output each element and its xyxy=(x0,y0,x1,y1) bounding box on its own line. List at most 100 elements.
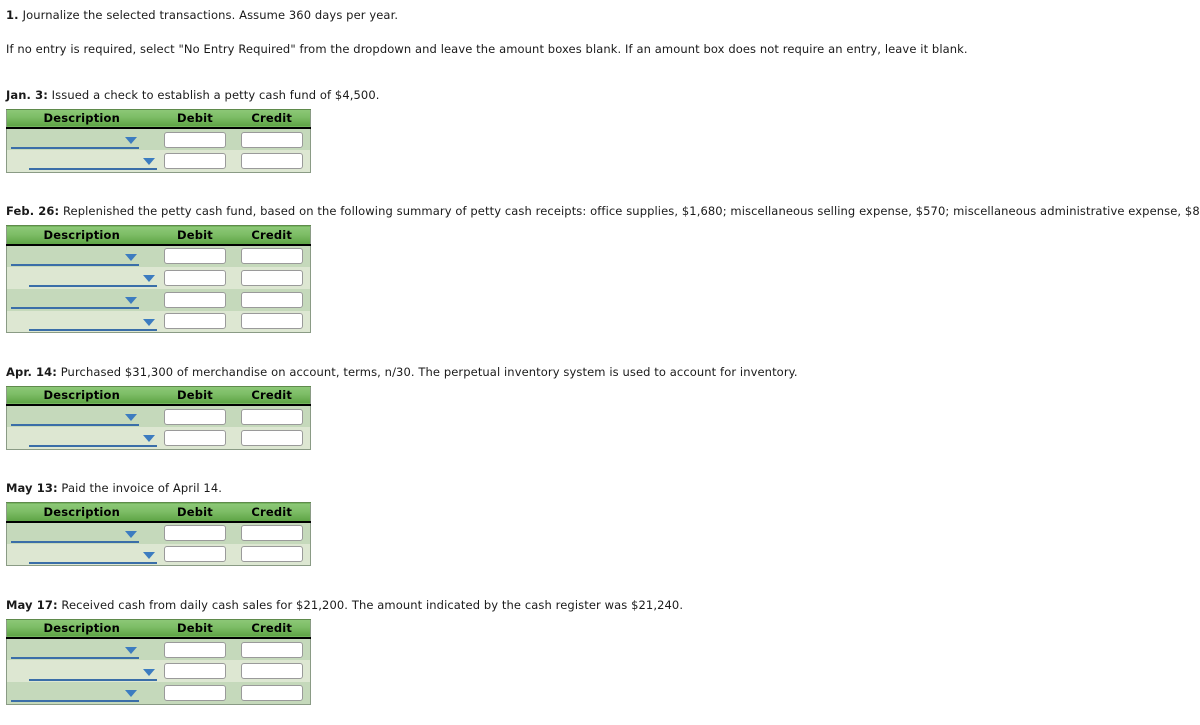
chevron-down-icon xyxy=(124,530,137,538)
chevron-down-icon xyxy=(142,318,155,326)
credit-input-cell xyxy=(233,543,311,566)
column-header-debit: Debit xyxy=(156,385,234,406)
chevron-down-icon xyxy=(124,297,137,304)
question-number: 1. xyxy=(6,8,19,22)
account-description-dropdown[interactable] xyxy=(29,313,157,331)
credit-input-cell xyxy=(233,660,311,682)
description-cell xyxy=(6,266,157,289)
table-header-row: Description Debit Credit xyxy=(6,225,311,246)
account-description-dropdown[interactable] xyxy=(11,525,139,543)
description-cell xyxy=(6,427,157,449)
credit-input[interactable] xyxy=(240,546,303,563)
debit-input[interactable] xyxy=(164,546,226,563)
credit-input[interactable] xyxy=(240,408,303,425)
table-header-row: Description Debit Credit xyxy=(6,385,311,406)
description-cell xyxy=(6,150,157,172)
journal-worksheet: 1. Journalize the selected transactions. … xyxy=(6,8,1200,725)
credit-input-cell xyxy=(233,266,311,289)
account-description-dropdown[interactable] xyxy=(11,131,139,149)
table-row xyxy=(6,638,311,660)
column-header-credit: Credit xyxy=(233,385,311,406)
instruction-text-1: Journalize the selected transactions. As… xyxy=(22,8,399,22)
debit-input[interactable] xyxy=(164,525,226,541)
debit-input[interactable] xyxy=(164,408,226,425)
table-row xyxy=(6,150,311,172)
debit-input-cell xyxy=(156,310,234,333)
transaction-date: Apr. 14: xyxy=(6,364,57,379)
debit-input[interactable] xyxy=(164,684,226,701)
credit-input-cell xyxy=(233,405,311,427)
description-cell xyxy=(6,405,157,427)
journal-entry-table: Description Debit Credit xyxy=(6,225,311,333)
debit-input[interactable] xyxy=(164,313,226,330)
journal-entry-table: Description Debit Credit xyxy=(6,618,311,705)
credit-input[interactable] xyxy=(240,269,303,286)
debit-input[interactable] xyxy=(164,152,226,169)
column-header-debit: Debit xyxy=(156,225,234,246)
table-row xyxy=(6,128,311,150)
account-description-dropdown[interactable] xyxy=(11,408,139,426)
debit-input[interactable] xyxy=(164,131,226,148)
transaction-date: May 17: xyxy=(6,597,58,612)
credit-input[interactable] xyxy=(240,313,303,330)
account-description-dropdown[interactable] xyxy=(29,269,157,287)
credit-input[interactable] xyxy=(240,641,303,658)
transaction-description: Replenished the petty cash fund, based o… xyxy=(62,204,1200,218)
transaction-block: Apr. 14: Purchased $31,300 of merchandis… xyxy=(6,365,1200,450)
chevron-down-icon xyxy=(124,414,137,421)
account-description-dropdown[interactable] xyxy=(11,291,139,309)
account-description-dropdown[interactable] xyxy=(11,684,139,703)
description-cell xyxy=(6,521,157,544)
transaction-label: Feb. 26: Replenished the petty cash fund… xyxy=(6,204,1200,218)
table-row xyxy=(6,543,311,566)
column-header-description: Description xyxy=(6,225,157,246)
credit-input[interactable] xyxy=(240,429,303,446)
table-header-row: Description Debit Credit xyxy=(6,108,311,129)
debit-input[interactable] xyxy=(164,641,226,658)
description-cell xyxy=(6,288,157,311)
chevron-down-icon xyxy=(142,158,155,166)
transaction-date: Feb. 26: xyxy=(6,204,60,218)
journal-entry-table: Description Debit Credit xyxy=(6,108,311,173)
journal-entry-table: Description Debit Credit xyxy=(6,385,311,450)
debit-input-cell xyxy=(156,288,234,311)
debit-input-cell xyxy=(156,660,234,682)
column-header-credit: Credit xyxy=(233,225,311,246)
account-description-dropdown[interactable] xyxy=(29,546,157,564)
debit-input[interactable] xyxy=(164,248,226,264)
chevron-down-icon xyxy=(142,551,155,559)
credit-input[interactable] xyxy=(240,684,303,701)
credit-input-cell xyxy=(233,150,311,172)
transaction-date: May 13: xyxy=(6,481,58,495)
credit-input-cell xyxy=(233,682,311,704)
account-description-dropdown[interactable] xyxy=(29,429,157,448)
transaction-label: May 13: Paid the invoice of April 14. xyxy=(6,481,1200,495)
credit-input[interactable] xyxy=(240,291,303,308)
debit-input[interactable] xyxy=(164,429,226,446)
credit-input[interactable] xyxy=(240,152,303,169)
credit-input[interactable] xyxy=(240,131,303,148)
chevron-down-icon xyxy=(124,690,137,698)
debit-input-cell xyxy=(156,266,234,289)
debit-input[interactable] xyxy=(164,291,226,308)
debit-input-cell xyxy=(156,244,234,267)
description-cell xyxy=(6,660,157,682)
debit-input[interactable] xyxy=(164,663,226,679)
credit-input-cell xyxy=(233,288,311,311)
transactions-container: Jan. 3: Issued a check to establish a pe… xyxy=(6,88,1200,725)
credit-input[interactable] xyxy=(240,663,303,679)
account-description-dropdown[interactable] xyxy=(29,152,157,171)
debit-input[interactable] xyxy=(164,269,226,286)
credit-input-cell xyxy=(233,128,311,150)
credit-input[interactable] xyxy=(240,248,303,264)
table-row xyxy=(6,266,311,289)
account-description-dropdown[interactable] xyxy=(11,248,139,266)
credit-input-cell xyxy=(233,244,311,267)
account-description-dropdown[interactable] xyxy=(29,663,157,681)
credit-input[interactable] xyxy=(240,525,303,541)
account-description-dropdown[interactable] xyxy=(11,641,139,659)
transaction-block: May 17: Received cash from daily cash sa… xyxy=(6,598,1200,705)
table-row xyxy=(6,310,311,333)
